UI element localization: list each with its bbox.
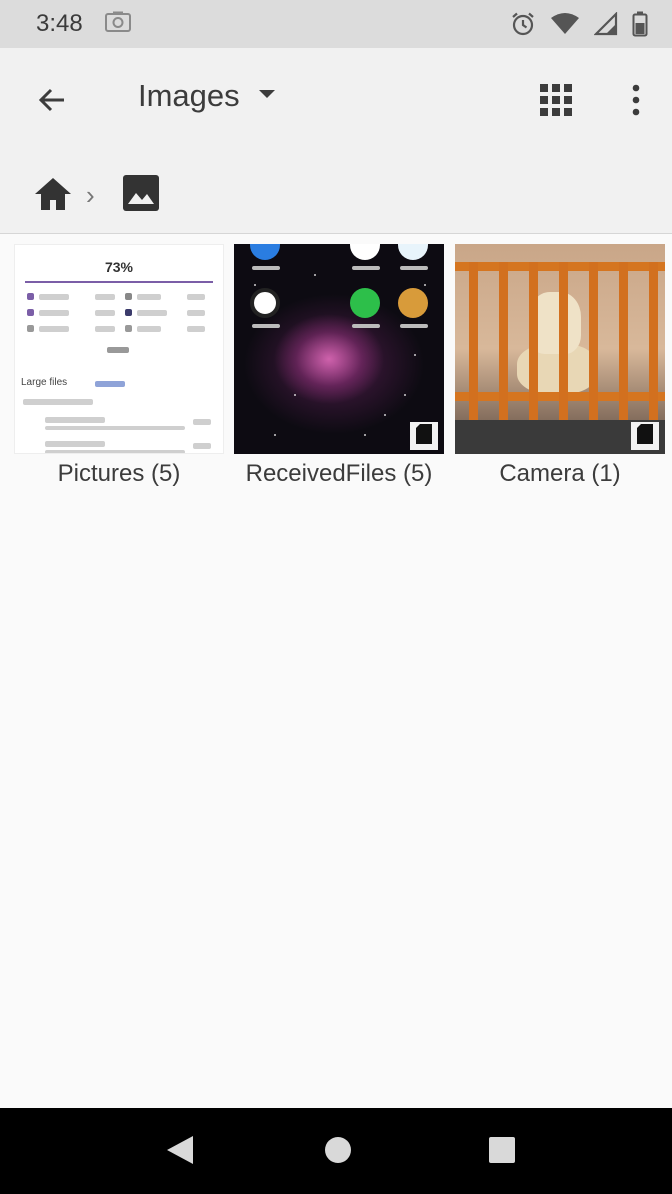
breadcrumb-images[interactable] — [118, 172, 164, 218]
folder-camera[interactable]: Camera (1) — [455, 244, 665, 488]
folder-thumbnail — [455, 244, 665, 454]
grid-view-icon — [539, 83, 573, 122]
arrow-drop-down-icon — [258, 87, 276, 105]
storage-percent: 73% — [104, 259, 134, 275]
status-bar: 3:48 — [0, 0, 672, 48]
nav-back-button[interactable] — [160, 1132, 200, 1172]
folder-receivedfiles[interactable]: ReceivedFiles (5) — [234, 244, 444, 488]
folder-thumbnail: 73% Large files — [14, 244, 224, 454]
arrow-back-icon — [36, 84, 68, 121]
sd-card-icon — [415, 423, 433, 450]
sd-card-icon — [636, 423, 654, 450]
app-bar: Images — [0, 48, 672, 156]
sd-card-badge — [410, 422, 438, 450]
folder-thumbnail — [234, 244, 444, 454]
sd-card-badge — [631, 422, 659, 450]
folder-pictures[interactable]: 73% Large files Pictures (5) — [14, 244, 224, 488]
home-icon — [33, 176, 73, 217]
wifi-icon — [550, 12, 580, 36]
breadcrumb-separator: › — [86, 180, 95, 210]
breadcrumb: › — [0, 156, 672, 234]
back-button[interactable] — [30, 80, 74, 124]
navigation-bar — [0, 1108, 672, 1194]
nav-back-icon — [165, 1134, 195, 1171]
signal-icon — [594, 12, 618, 36]
alarm-icon — [510, 11, 536, 37]
nav-home-icon — [323, 1135, 353, 1170]
folder-label: Pictures (5) — [57, 460, 181, 487]
title-dropdown[interactable]: Images — [138, 78, 276, 114]
more-vert-icon — [631, 84, 641, 121]
nav-recents-icon — [487, 1135, 517, 1170]
folder-label: ReceivedFiles (5) — [245, 460, 433, 487]
status-time: 3:48 — [36, 10, 83, 37]
battery-icon — [632, 11, 648, 37]
large-files-label: Large files — [21, 377, 68, 388]
image-icon — [122, 174, 160, 217]
grid-view-button[interactable] — [534, 80, 578, 124]
more-options-button[interactable] — [614, 80, 658, 124]
page-title: Images — [138, 78, 240, 113]
screenshot-icon — [104, 11, 131, 38]
breadcrumb-home[interactable] — [30, 174, 76, 218]
nav-home-button[interactable] — [318, 1132, 358, 1172]
folder-label: Camera (1) — [499, 460, 621, 487]
folder-grid: 73% Large files Pictures (5) ReceivedFil… — [0, 234, 672, 1108]
nav-recents-button[interactable] — [482, 1132, 522, 1172]
